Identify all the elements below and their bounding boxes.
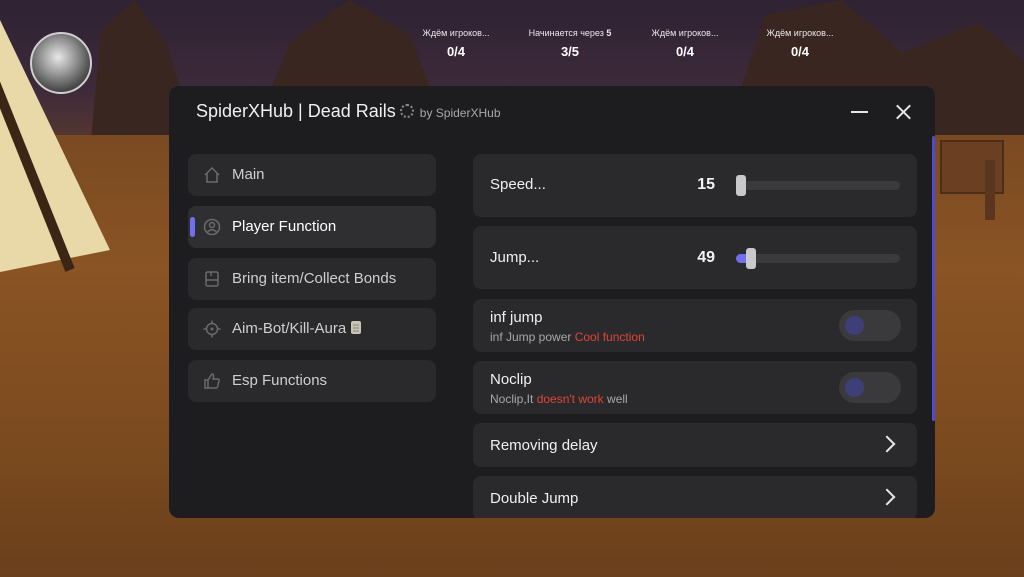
sidebar-item-esp-functions[interactable]: Esp Functions xyxy=(188,360,436,402)
close-button[interactable] xyxy=(890,98,918,126)
sidebar-item-label-text: Aim-Bot/Kill-Aura xyxy=(232,320,347,337)
speed-slider[interactable] xyxy=(736,175,900,196)
jump-slider[interactable] xyxy=(736,248,900,269)
jump-slider-card: Jump... 49 xyxy=(473,226,917,289)
inf-jump-toggle-card: inf jump inf Jump power Cool function xyxy=(473,299,917,352)
sidebar-item-label: Bring item/Collect Bonds xyxy=(232,270,397,287)
double-jump-button[interactable]: Double Jump xyxy=(473,476,917,518)
hud-slot-countdown: 5 xyxy=(606,28,612,38)
user-icon xyxy=(203,218,221,236)
noclip-desc-suffix: well xyxy=(603,392,628,406)
hud-slot-label: Ждём игроков... xyxy=(766,28,834,38)
hud-slot-label: Ждём игроков... xyxy=(422,28,490,38)
package-icon xyxy=(205,271,219,287)
hud-slot-label: Начинается через 5 xyxy=(520,28,620,38)
hud-slot-1: Ждём игроков... 0/4 xyxy=(406,28,506,59)
inf-jump-toggle[interactable] xyxy=(839,310,901,341)
jump-label: Jump... xyxy=(490,249,540,266)
toggle-knob xyxy=(845,378,864,397)
hud-slot-count: 3/5 xyxy=(560,44,580,59)
home-icon xyxy=(204,166,220,183)
hud-slot-label: Ждём игроков... xyxy=(651,28,719,38)
hud-slot-count: 0/4 xyxy=(675,44,695,59)
speed-slider-card: Speed... 15 xyxy=(473,154,917,217)
spider-web-icon xyxy=(399,104,414,118)
noclip-toggle[interactable] xyxy=(839,372,901,403)
sidebar-item-aim-bot[interactable]: Aim-Bot/Kill-Aura xyxy=(188,308,436,350)
sidebar-item-label: Main xyxy=(232,166,265,183)
window-subtitle: by SpiderXHub xyxy=(419,106,501,120)
sidebar-item-label: Aim-Bot/Kill-Aura xyxy=(232,320,362,337)
minimize-button[interactable] xyxy=(846,98,874,126)
inf-jump-desc-text: inf Jump power xyxy=(490,330,575,344)
noclip-label: Noclip xyxy=(490,371,532,388)
hud-slot-count: 0/4 xyxy=(790,44,810,59)
thumbs-up-icon xyxy=(204,373,220,389)
toggle-knob xyxy=(845,316,864,335)
chevron-right-icon xyxy=(878,488,896,506)
removing-delay-label: Removing delay xyxy=(490,437,598,454)
player-avatar[interactable] xyxy=(30,32,92,94)
noclip-description: Noclip,It doesn't work well xyxy=(490,392,628,406)
speed-slider-knob[interactable] xyxy=(736,175,746,196)
sidebar-item-bring-item[interactable]: Bring item/Collect Bonds xyxy=(188,258,436,300)
chevron-right-icon xyxy=(878,435,896,453)
crosshair-icon xyxy=(203,320,221,338)
window-title-bar: SpiderXHub | Dead Rails by SpiderXHub xyxy=(196,101,501,122)
jump-slider-knob[interactable] xyxy=(746,248,756,269)
sidebar-item-player-function[interactable]: Player Function xyxy=(188,206,436,248)
fence-post xyxy=(985,160,995,220)
removing-delay-button[interactable]: Removing delay xyxy=(473,423,917,467)
noclip-desc-highlight: doesn't work xyxy=(536,392,604,406)
sidebar-item-main[interactable]: Main xyxy=(188,154,436,196)
hud-slot-count: 0/4 xyxy=(446,44,466,59)
sidebar-item-label: Esp Functions xyxy=(232,372,328,389)
hub-window: SpiderXHub | Dead Rails by SpiderXHub Mai… xyxy=(169,86,935,518)
speed-value: 15 xyxy=(697,176,715,193)
content-scrollbar[interactable] xyxy=(932,136,935,421)
scroll-emoji-icon xyxy=(351,321,362,334)
speed-label: Speed... xyxy=(490,176,546,193)
noclip-toggle-card: Noclip Noclip,It doesn't work well xyxy=(473,361,917,414)
hud-slot-2: Начинается через 5 3/5 xyxy=(520,28,620,59)
hud-slot-4: Ждём игроков... 0/4 xyxy=(750,28,850,59)
active-indicator xyxy=(190,217,195,237)
inf-jump-desc-highlight: Cool function xyxy=(574,330,645,344)
double-jump-label: Double Jump xyxy=(490,490,579,507)
hud-slot-3: Ждём игроков... 0/4 xyxy=(635,28,735,59)
sidebar-item-label: Player Function xyxy=(232,218,337,235)
window-title: SpiderXHub | Dead Rails xyxy=(196,101,396,121)
inf-jump-label: inf jump xyxy=(490,309,543,326)
noclip-desc-text: Noclip,It xyxy=(490,392,537,406)
inf-jump-description: inf Jump power Cool function xyxy=(490,330,645,344)
jump-value: 49 xyxy=(697,249,715,266)
hud-slot-label-text: Начинается через xyxy=(528,28,604,38)
